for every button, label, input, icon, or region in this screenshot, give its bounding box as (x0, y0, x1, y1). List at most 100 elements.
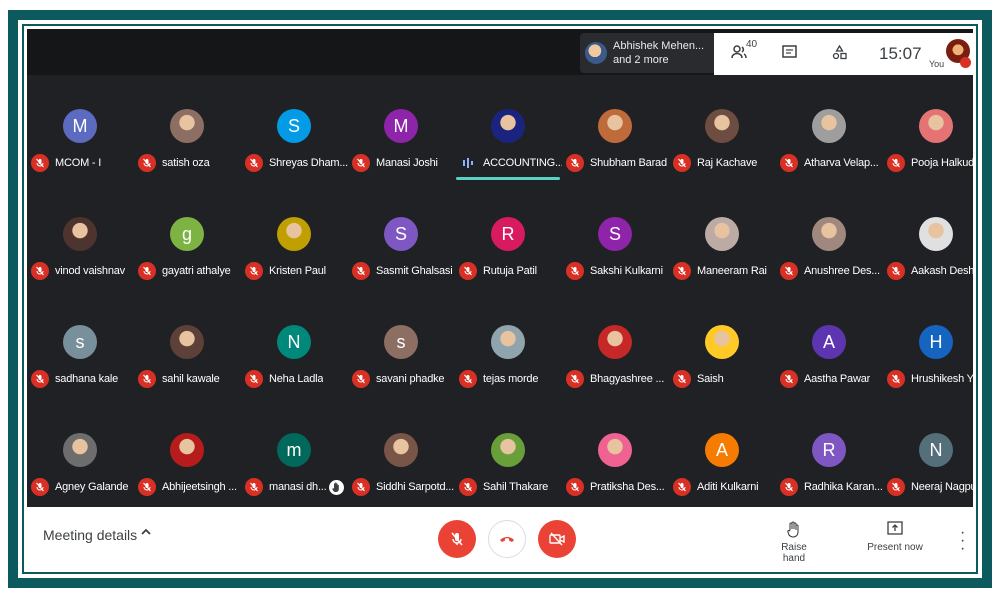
speaking-underline (456, 177, 560, 180)
avatar (384, 433, 418, 467)
presenter-chip[interactable]: Abhishek Mehen... and 2 more (580, 33, 714, 73)
participant-tile[interactable]: A Aditi Kulkarni (669, 399, 776, 507)
participant-tile[interactable]: A Aastha Pawar (776, 291, 883, 399)
mic-off-icon (245, 478, 263, 496)
participant-name: Aastha Pawar (804, 373, 871, 385)
present-now-button[interactable]: Present now (865, 521, 925, 553)
more-options-icon[interactable]: · · · (960, 525, 965, 557)
activities-icon[interactable] (832, 44, 847, 64)
participant-tile[interactable]: Siddhi Sarpotd... (348, 399, 455, 507)
raise-hand-label: Raise hand (781, 542, 807, 564)
participant-tile[interactable]: Raj Kachave (669, 75, 776, 183)
participant-tile[interactable]: tejas morde (455, 291, 562, 399)
participant-tile[interactable]: g gayatri athalye (134, 183, 241, 291)
chat-icon[interactable] (782, 45, 797, 64)
participant-name: Pratiksha Des... (590, 481, 665, 493)
participant-tile[interactable]: s sadhana kale (27, 291, 134, 399)
mic-off-icon (245, 370, 263, 388)
name-bar: Siddhi Sarpotd... (352, 477, 455, 497)
participant-name: savani phadke (376, 373, 445, 385)
participant-tile[interactable]: S Sasmit Ghalsasi (348, 183, 455, 291)
name-bar: MCOM - I (31, 153, 134, 173)
participant-tile[interactable]: H Hrushikesh Ya... (883, 291, 973, 399)
participant-name: Bhagyashree ... (590, 373, 665, 385)
participant-name: Hrushikesh Ya... (911, 373, 973, 385)
participant-tile[interactable]: Saish (669, 291, 776, 399)
mic-off-icon (780, 262, 798, 280)
people-count: 40 (746, 39, 758, 50)
mic-toggle-button[interactable] (438, 520, 476, 558)
mic-off-icon (566, 262, 584, 280)
avatar: S (598, 217, 632, 251)
avatar (598, 109, 632, 143)
mic-off-icon (780, 478, 798, 496)
avatar (919, 217, 953, 251)
participant-tile[interactable]: R Radhika Karan... (776, 399, 883, 507)
name-bar: sahil kawale (138, 369, 241, 389)
participant-tile[interactable]: Pratiksha Des... (562, 399, 669, 507)
clock-time: 15:07 (879, 44, 922, 63)
participant-tile[interactable]: Shubham Barad (562, 75, 669, 183)
participant-tile[interactable]: Maneeram Rai (669, 183, 776, 291)
participant-name: tejas morde (483, 373, 539, 385)
raised-hand-icon (328, 479, 344, 495)
people-icon[interactable] (731, 45, 747, 63)
avatar: S (277, 109, 311, 143)
avatar (598, 433, 632, 467)
participant-tile[interactable]: s savani phadke (348, 291, 455, 399)
participant-tile[interactable]: Atharva Velap... (776, 75, 883, 183)
participant-name: MCOM - I (55, 157, 102, 169)
participant-tile[interactable]: R Rutuja Patil (455, 183, 562, 291)
participant-tile[interactable]: Sahil Thakare (455, 399, 562, 507)
participant-tile[interactable]: M MCOM - I (27, 75, 134, 183)
participant-tile[interactable]: S Shreyas Dham... (241, 75, 348, 183)
meeting-details-button[interactable]: Meeting details (43, 527, 137, 543)
participant-tile[interactable]: Aakash Desh... (883, 183, 973, 291)
participant-tile[interactable]: N Neeraj Nagpur... (883, 399, 973, 507)
you-label: You (929, 59, 945, 69)
avatar (491, 433, 525, 467)
participant-name: Rutuja Patil (483, 265, 537, 277)
participant-tile[interactable]: Anushree Des... (776, 183, 883, 291)
name-bar: Hrushikesh Ya... (887, 369, 973, 389)
participant-tile[interactable]: M Manasi Joshi (348, 75, 455, 183)
participant-tile[interactable]: sahil kawale (134, 291, 241, 399)
mic-off-icon (887, 262, 905, 280)
camera-toggle-button[interactable] (538, 520, 576, 558)
name-bar: Aakash Desh... (887, 261, 973, 281)
name-bar: Abhijeetsingh ... (138, 477, 241, 497)
raise-hand-button[interactable]: Raise hand (769, 521, 819, 564)
mic-off-icon (352, 154, 370, 172)
mic-off-icon (887, 478, 905, 496)
avatar: M (384, 109, 418, 143)
participant-tile[interactable]: Kristen Paul (241, 183, 348, 291)
name-bar: savani phadke (352, 369, 455, 389)
mic-off-icon (138, 370, 156, 388)
participant-name: Atharva Velap... (804, 157, 879, 169)
name-bar: Neeraj Nagpur... (887, 477, 973, 497)
mic-off-icon (673, 262, 691, 280)
name-bar: Pratiksha Des... (566, 477, 669, 497)
avatar: H (919, 325, 953, 359)
participant-name: sadhana kale (55, 373, 119, 385)
participant-tile[interactable]: m manasi dh... (241, 399, 348, 507)
participant-tile[interactable]: Pooja Halkude (883, 75, 973, 183)
participant-tile[interactable]: S Sakshi Kulkarni (562, 183, 669, 291)
name-bar: Saish (673, 369, 776, 389)
chevron-up-icon[interactable] (140, 525, 152, 541)
participant-name: Kristen Paul (269, 265, 326, 277)
participant-tile[interactable]: Abhijeetsingh ... (134, 399, 241, 507)
participant-name: Maneeram Rai (697, 265, 767, 277)
name-bar: Raj Kachave (673, 153, 776, 173)
participant-tile[interactable]: Bhagyashree ... (562, 291, 669, 399)
participant-name: Aakash Desh... (911, 265, 973, 277)
participant-tile[interactable]: Agney Galande (27, 399, 134, 507)
mic-off-icon (31, 478, 49, 496)
participant-tile[interactable]: ACCOUNTING... (455, 75, 562, 183)
presenter-avatar (585, 42, 607, 64)
avatar: g (170, 217, 204, 251)
participant-tile[interactable]: N Neha Ladla (241, 291, 348, 399)
participant-tile[interactable]: vinod vaishnav (27, 183, 134, 291)
participant-tile[interactable]: satish oza (134, 75, 241, 183)
leave-call-button[interactable] (488, 520, 526, 558)
